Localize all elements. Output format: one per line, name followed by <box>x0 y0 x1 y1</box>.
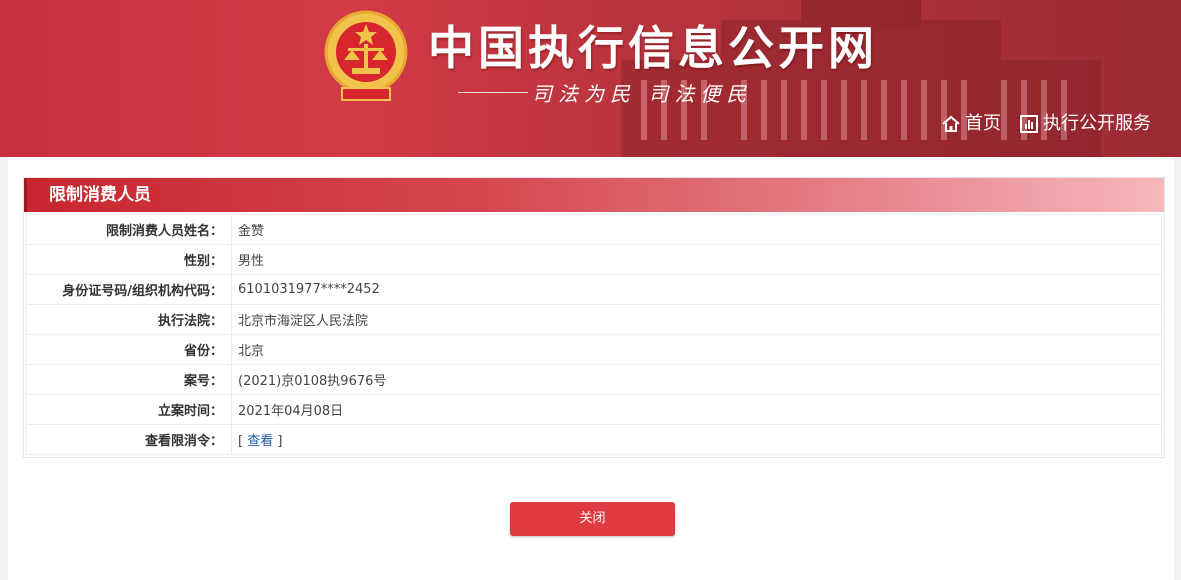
field-label: 限制消费人员姓名： <box>26 214 232 245</box>
bracket-close: ] <box>273 434 283 449</box>
table-row: 立案时间： 2021年04月08日 <box>26 395 1162 425</box>
field-value: [ 查看 ] <box>232 425 1162 455</box>
table-row: 案号： (2021)京0108执9676号 <box>26 365 1162 395</box>
nav-service-link[interactable]: 执行公开服务 <box>1019 110 1151 138</box>
field-label: 立案时间： <box>26 395 232 425</box>
nav-service-label: 执行公开服务 <box>1043 113 1151 134</box>
table-row: 限制消费人员姓名： 金赞 <box>26 214 1162 245</box>
site-slogan: 司法为民 司法便民 <box>532 82 753 106</box>
content-panel: 限制消费人员 限制消费人员姓名： 金赞 性别： 男性 身份证号码/组织机构代码：… <box>8 157 1174 580</box>
court-emblem-icon <box>324 10 408 101</box>
info-table: 限制消费人员姓名： 金赞 性别： 男性 身份证号码/组织机构代码： 610103… <box>26 214 1162 455</box>
table-row: 性别： 男性 <box>26 245 1162 275</box>
nav-home-link[interactable]: 首页 <box>941 110 1001 138</box>
site-header: 中国执行信息公开网 司法为民 司法便民 首页 执行公开服务 <box>0 0 1181 157</box>
field-label: 身份证号码/组织机构代码： <box>26 275 232 305</box>
field-label: 案号： <box>26 365 232 395</box>
field-value: 北京 <box>232 335 1162 365</box>
section-title: 限制消费人员 <box>24 178 1164 212</box>
field-value: 2021年04月08日 <box>232 395 1162 425</box>
close-button[interactable]: 关闭 <box>510 502 675 536</box>
nav-home-label: 首页 <box>965 113 1001 134</box>
field-value: 6101031977****2452 <box>232 275 1162 305</box>
field-value: 金赞 <box>232 214 1162 245</box>
info-box: 限制消费人员 限制消费人员姓名： 金赞 性别： 男性 身份证号码/组织机构代码：… <box>23 177 1165 458</box>
view-order-link[interactable]: 查看 <box>247 434 273 449</box>
table-row: 执行法院： 北京市海淀区人民法院 <box>26 305 1162 335</box>
table-row: 省份： 北京 <box>26 335 1162 365</box>
bracket-open: [ <box>238 434 248 449</box>
field-label: 查看限消令： <box>26 425 232 455</box>
table-row: 身份证号码/组织机构代码： 6101031977****2452 <box>26 275 1162 305</box>
field-label: 性别： <box>26 245 232 275</box>
table-row: 查看限消令： [ 查看 ] <box>26 425 1162 455</box>
field-value: (2021)京0108执9676号 <box>232 365 1162 395</box>
field-value: 北京市海淀区人民法院 <box>232 305 1162 335</box>
field-label: 省份： <box>26 335 232 365</box>
field-label: 执行法院： <box>26 305 232 335</box>
site-title: 中国执行信息公开网 <box>428 21 878 75</box>
home-icon <box>942 115 960 132</box>
chart-icon <box>1020 115 1038 133</box>
field-value: 男性 <box>232 245 1162 275</box>
slogan-divider <box>458 92 528 93</box>
